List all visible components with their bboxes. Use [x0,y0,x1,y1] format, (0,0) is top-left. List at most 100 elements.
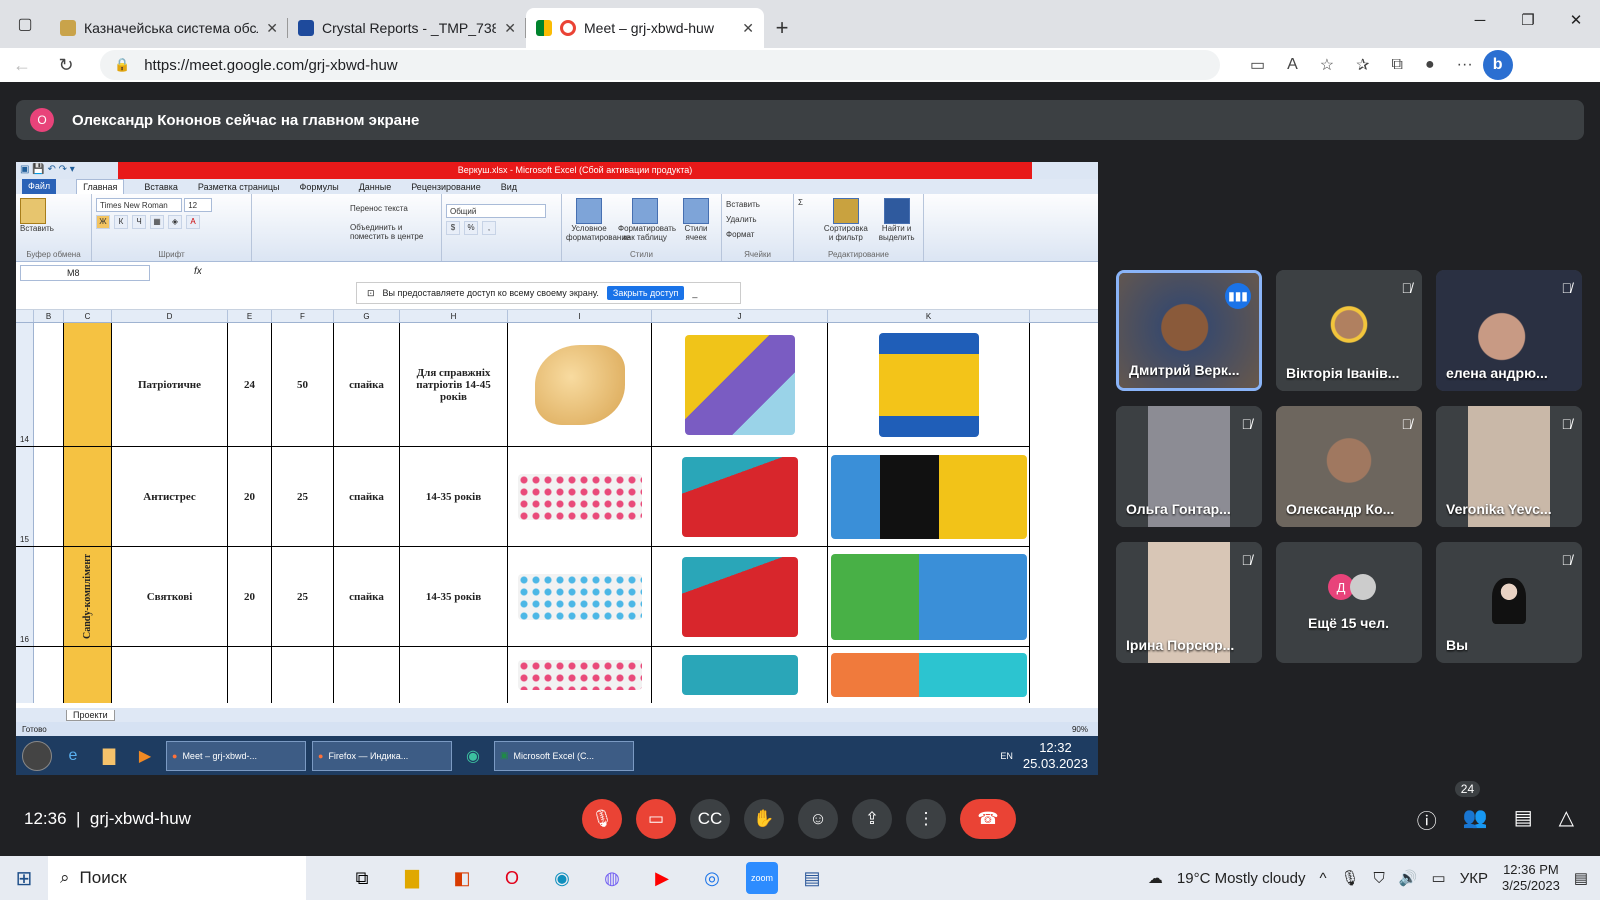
row-number[interactable] [16,647,34,703]
row-number[interactable]: 15 [16,447,34,546]
cell-name[interactable]: Святкові [112,547,228,646]
col-header[interactable]: E [228,310,272,322]
cell-f[interactable] [272,647,334,703]
ie-icon[interactable]: e [58,742,88,770]
more-icon[interactable]: ··· [1457,56,1473,74]
bold-icon[interactable]: Ж [96,215,110,229]
volume-icon[interactable]: 🔊 [1399,869,1418,887]
menu-file[interactable]: Файл [22,179,57,194]
camera-icon[interactable]: ▭ [1250,55,1265,75]
cell-category[interactable]: Candy-комплімент [64,547,112,646]
delete-cells-button[interactable]: Удалить [726,215,789,224]
info-icon[interactable]: ⓘ [1417,805,1437,834]
col-header[interactable]: C [64,310,112,322]
mic-icon[interactable]: 🎙 [1341,869,1360,887]
cell-c[interactable] [64,447,112,546]
read-aloud-icon[interactable]: A [1287,56,1298,74]
raise-hand-button[interactable]: ✋ [744,799,784,839]
cell-e[interactable]: 20 [228,547,272,646]
file-explorer-icon[interactable]: ▇ [396,862,428,894]
new-tab-button[interactable]: + [764,8,800,48]
tab-crystal-reports[interactable]: Crystal Reports - _TMP_7384634 ✕ [288,8,526,48]
col-header[interactable]: F [272,310,334,322]
cell-image[interactable] [652,547,828,646]
cell-image[interactable] [652,447,828,546]
favorite-icon[interactable]: ☆ [1320,55,1334,75]
font-size-select[interactable]: 12 [184,198,213,212]
col-header[interactable]: J [652,310,828,322]
participant-tile[interactable]: 🎙̸ Veronika Yevc... [1436,406,1582,527]
menu-view[interactable]: Вид [501,182,517,192]
cell-image[interactable] [652,323,828,446]
italic-icon[interactable]: К [114,215,128,229]
cell-styles-button[interactable]: Стили ячеек [678,198,714,257]
cell-image[interactable] [508,647,652,703]
close-window-icon[interactable]: ✕ [1552,0,1600,40]
cell-g[interactable]: спайка [334,547,400,646]
participant-tile[interactable]: 🎙̸ Ірина Порсюр... [1116,542,1262,663]
cell-image[interactable] [828,547,1030,646]
border-icon[interactable]: ▦ [150,215,164,229]
close-tab-icon[interactable]: ✕ [742,20,754,37]
percent-icon[interactable]: % [464,221,478,235]
activities-icon[interactable]: △ [1559,805,1574,834]
cell-image[interactable] [508,547,652,646]
cell-b[interactable] [34,323,64,446]
hide-notice-button[interactable]: _ [692,288,697,298]
menu-formulas[interactable]: Формулы [300,182,339,192]
chat-icon[interactable]: ▤ [1514,805,1533,834]
present-button[interactable]: ⇪ [852,799,892,839]
participant-tile[interactable]: ▮▮▮ Дмитрий Верк... [1116,270,1262,391]
weather-text[interactable]: 19°C Mostly cloudy [1177,870,1306,887]
clock[interactable]: 12:36 PM 3/25/2023 [1502,862,1560,894]
tray-chevron-icon[interactable]: ^ [1319,870,1326,887]
windows-start-icon[interactable]: ⊞ [0,866,48,891]
remote-task-firefox[interactable]: ● Firefox — Индика... [312,740,452,771]
edge-icon[interactable]: ◉ [546,862,578,894]
zoom-level[interactable]: 90% [1072,725,1088,734]
bing-icon[interactable]: b [1482,50,1513,80]
more-participants-tile[interactable]: Д Ещё 15 чел. [1276,542,1422,663]
menu-insert[interactable]: Вставка [144,182,177,192]
conditional-format-button[interactable]: Условное форматирование [566,198,630,257]
paste-icon[interactable] [20,198,46,224]
sheet-tab-projects[interactable]: Проекти [66,709,115,721]
more-options-button[interactable]: ⋮ [906,799,946,839]
cell-image[interactable] [828,647,1030,703]
cell-f[interactable]: 50 [272,323,334,446]
youtube-icon[interactable]: ▶ [646,862,678,894]
row-number[interactable]: 16 [16,547,34,646]
cell-b[interactable] [34,447,64,546]
cell-image[interactable] [828,323,1030,446]
fx-icon[interactable]: fx [194,266,202,309]
col-header[interactable]: K [828,310,1030,322]
media-icon[interactable]: ▶ [130,742,160,770]
cell-c[interactable] [64,323,112,446]
cell-b[interactable] [34,547,64,646]
participant-tile[interactable]: 🎙̸ елена андрю... [1436,270,1582,391]
back-icon[interactable]: ← [0,55,44,76]
task-view-icon[interactable]: ⧉ [346,862,378,894]
cell-name[interactable]: Патріотичне [112,323,228,446]
merge-center-button[interactable]: Объединить и поместить в центре [350,223,437,241]
cell-g[interactable] [334,647,400,703]
language-indicator[interactable]: УКР [1460,870,1488,887]
captions-button[interactable]: CC [690,799,730,839]
refresh-icon[interactable]: ↻ [44,55,88,76]
cell-h[interactable]: 14-35 років [400,447,508,546]
notifications-icon[interactable]: ▤ [1574,869,1588,887]
fill-color-icon[interactable]: ◈ [168,215,182,229]
cell-e[interactable] [228,647,272,703]
font-color-icon[interactable]: A [186,215,200,229]
participant-tile[interactable]: 🎙̸ Вікторія Іванів... [1276,270,1422,391]
cell-name[interactable]: Антистрес [112,447,228,546]
name-box[interactable]: M8 [20,265,150,281]
cell-h[interactable]: 14-35 років [400,547,508,646]
cell-c[interactable] [64,647,112,703]
cell-image[interactable] [508,323,652,446]
favorites-icon[interactable]: ✰ [1356,55,1369,75]
remote-task-meet[interactable]: ● Meet – grj-xbwd-... [166,740,306,771]
taskbar-search[interactable]: ⌕ Поиск [48,856,306,900]
minimize-icon[interactable]: ─ [1456,0,1504,40]
opera-icon[interactable]: O [496,862,528,894]
